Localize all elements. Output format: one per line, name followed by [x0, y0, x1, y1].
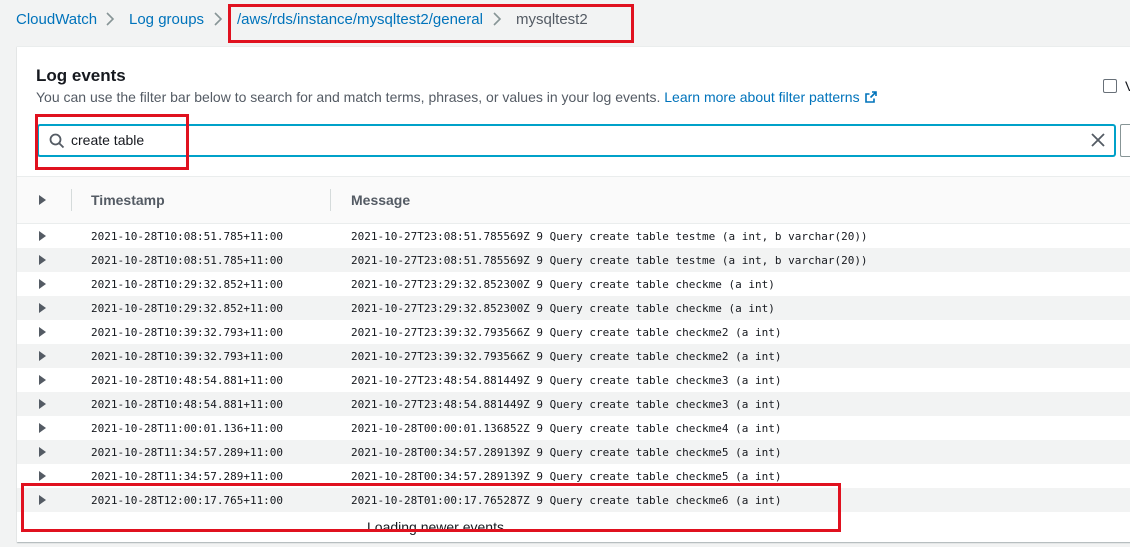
filter-search-bar[interactable] — [38, 125, 1115, 156]
expand-row-caret-icon[interactable] — [39, 327, 46, 337]
chevron-right-icon — [106, 10, 115, 28]
breadcrumb: CloudWatch Log groups /aws/rds/instance/… — [0, 0, 1130, 40]
row-message: 2021-10-28T01:00:17.765287Z 9 Query crea… — [351, 494, 782, 507]
row-message: 2021-10-28T00:34:57.289139Z 9 Query crea… — [351, 446, 782, 459]
row-message: 2021-10-28T00:34:57.289139Z 9 Query crea… — [351, 470, 782, 483]
column-divider[interactable] — [71, 189, 72, 211]
row-timestamp: 2021-10-28T11:00:01.136+11:00 — [91, 422, 284, 435]
row-message: 2021-10-27T23:08:51.785569Z 9 Query crea… — [351, 230, 868, 243]
column-header-message[interactable]: Message — [351, 192, 410, 208]
table-row[interactable]: 2021-10-28T10:08:51.785+11:00 2021-10-27… — [17, 248, 1130, 272]
row-timestamp: 2021-10-28T12:00:17.765+11:00 — [91, 494, 284, 507]
table-header: Timestamp Message — [17, 176, 1130, 224]
panel-title: Log events — [36, 66, 126, 85]
row-timestamp: 2021-10-28T10:39:32.793+11:00 — [91, 350, 284, 363]
view-checkbox-label: V — [1125, 78, 1130, 94]
column-divider[interactable] — [330, 189, 331, 211]
expand-all-caret-icon[interactable] — [39, 195, 46, 205]
table-row[interactable]: 2021-10-28T11:34:57.289+11:00 2021-10-28… — [17, 464, 1130, 488]
expand-row-caret-icon[interactable] — [39, 495, 46, 505]
filter-input[interactable] — [71, 130, 1071, 150]
table-row[interactable]: 2021-10-28T10:08:51.785+11:00 2021-10-27… — [17, 224, 1130, 248]
row-message: 2021-10-27T23:48:54.881449Z 9 Query crea… — [351, 374, 782, 387]
row-message: 2021-10-27T23:48:54.881449Z 9 Query crea… — [351, 398, 782, 411]
panel-description: You can use the filter bar below to sear… — [36, 88, 878, 106]
breadcrumb-log-group[interactable]: /aws/rds/instance/mysqltest2/general — [237, 11, 483, 29]
table-row[interactable]: 2021-10-28T11:34:57.289+11:00 2021-10-28… — [17, 440, 1130, 464]
row-message: 2021-10-27T23:39:32.793566Z 9 Query crea… — [351, 326, 782, 339]
row-message: 2021-10-27T23:29:32.852300Z 9 Query crea… — [351, 302, 775, 315]
row-message: 2021-10-28T00:00:01.136852Z 9 Query crea… — [351, 422, 782, 435]
row-message: 2021-10-27T23:39:32.793566Z 9 Query crea… — [351, 350, 782, 363]
table-row[interactable]: 2021-10-28T10:39:32.793+11:00 2021-10-27… — [17, 320, 1130, 344]
learn-more-label[interactable]: Learn more about filter patterns — [664, 89, 859, 105]
table-row[interactable]: 2021-10-28T12:00:17.765+11:00 2021-10-28… — [17, 488, 1130, 512]
log-events-panel: Log events You can use the filter bar be… — [17, 46, 1130, 542]
expand-row-caret-icon[interactable] — [39, 471, 46, 481]
row-message: 2021-10-27T23:08:51.785569Z 9 Query crea… — [351, 254, 868, 267]
row-timestamp: 2021-10-28T10:39:32.793+11:00 — [91, 326, 284, 339]
expand-row-caret-icon[interactable] — [39, 447, 46, 457]
expand-row-caret-icon[interactable] — [39, 231, 46, 241]
expand-row-caret-icon[interactable] — [39, 399, 46, 409]
search-icon — [49, 133, 65, 154]
column-header-timestamp[interactable]: Timestamp — [91, 192, 165, 208]
expand-row-caret-icon[interactable] — [39, 375, 46, 385]
breadcrumb-log-groups[interactable]: Log groups — [129, 11, 204, 29]
description-text: You can use the filter bar below to sear… — [36, 89, 661, 105]
row-message: 2021-10-27T23:29:32.852300Z 9 Query crea… — [351, 278, 775, 291]
expand-row-caret-icon[interactable] — [39, 351, 46, 361]
row-timestamp: 2021-10-28T10:29:32.852+11:00 — [91, 278, 284, 291]
table-row[interactable]: 2021-10-28T11:00:01.136+11:00 2021-10-28… — [17, 416, 1130, 440]
table-row[interactable]: 2021-10-28T10:39:32.793+11:00 2021-10-27… — [17, 344, 1130, 368]
table-row[interactable]: 2021-10-28T10:48:54.881+11:00 2021-10-27… — [17, 392, 1130, 416]
actions-button[interactable] — [1120, 124, 1130, 157]
expand-row-caret-icon[interactable] — [39, 423, 46, 433]
close-icon[interactable] — [1090, 132, 1106, 153]
row-timestamp: 2021-10-28T11:34:57.289+11:00 — [91, 446, 284, 459]
learn-more-link[interactable]: Learn more about filter patterns — [664, 89, 877, 105]
table-row[interactable]: 2021-10-28T10:48:54.881+11:00 2021-10-27… — [17, 368, 1130, 392]
loading-newer-events: Loading newer events — [367, 519, 504, 535]
breadcrumb-cloudwatch[interactable]: CloudWatch — [16, 11, 97, 29]
chevron-right-icon — [493, 10, 502, 28]
row-timestamp: 2021-10-28T10:29:32.852+11:00 — [91, 302, 284, 315]
expand-row-caret-icon[interactable] — [39, 255, 46, 265]
external-link-icon — [864, 90, 878, 104]
chevron-right-icon — [214, 10, 223, 28]
table-row[interactable]: 2021-10-28T10:29:32.852+11:00 2021-10-27… — [17, 296, 1130, 320]
table-row[interactable]: 2021-10-28T10:29:32.852+11:00 2021-10-27… — [17, 272, 1130, 296]
row-timestamp: 2021-10-28T11:34:57.289+11:00 — [91, 470, 284, 483]
expand-row-caret-icon[interactable] — [39, 279, 46, 289]
row-timestamp: 2021-10-28T10:08:51.785+11:00 — [91, 230, 284, 243]
row-timestamp: 2021-10-28T10:08:51.785+11:00 — [91, 254, 284, 267]
row-timestamp: 2021-10-28T10:48:54.881+11:00 — [91, 398, 284, 411]
breadcrumb-log-stream: mysqltest2 — [516, 11, 588, 28]
view-checkbox[interactable] — [1103, 79, 1117, 93]
row-timestamp: 2021-10-28T10:48:54.881+11:00 — [91, 374, 284, 387]
expand-row-caret-icon[interactable] — [39, 303, 46, 313]
